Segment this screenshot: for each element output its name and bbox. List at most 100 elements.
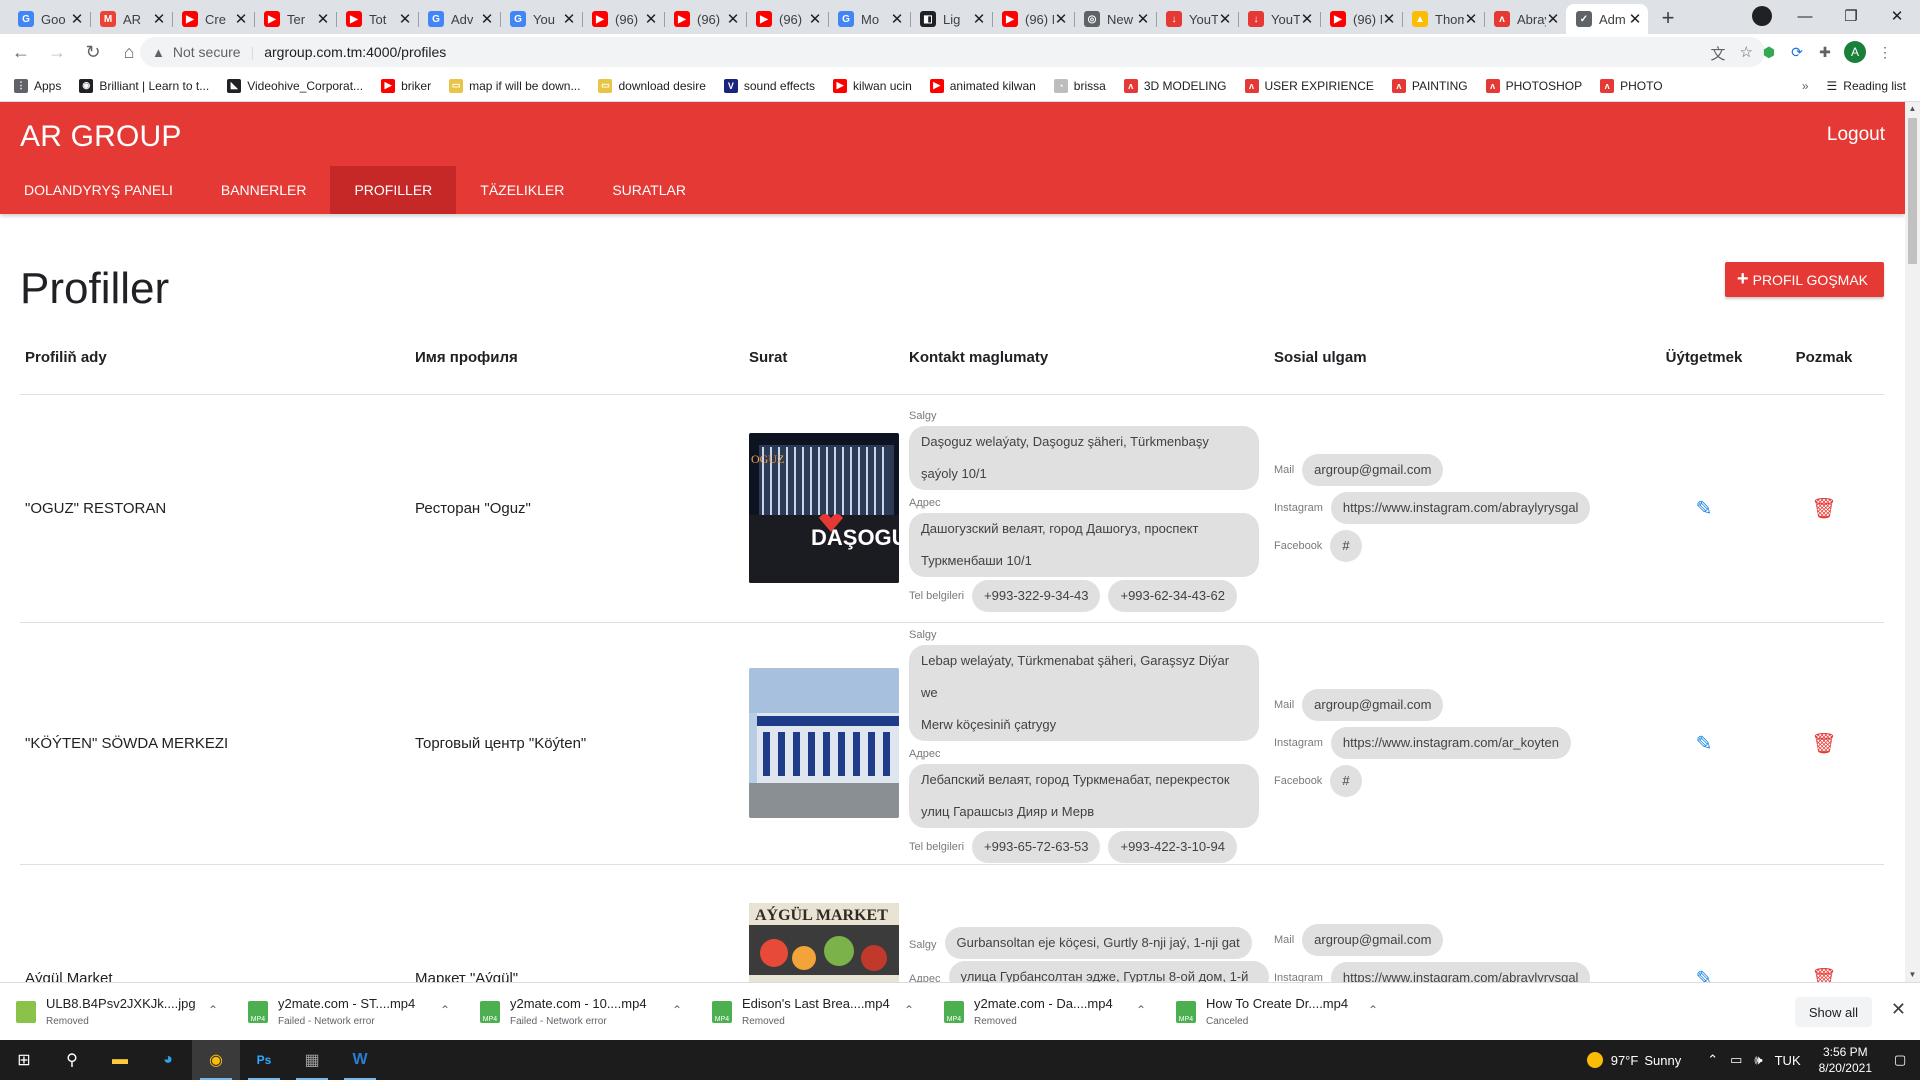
tab-close-icon[interactable]: ✕	[1136, 10, 1150, 28]
taskbar-clock[interactable]: 3:56 PM 8/20/2021	[1819, 1044, 1872, 1076]
warning-icon[interactable]: ▲	[152, 45, 165, 60]
delete-trash-icon[interactable]: 🗑	[1811, 498, 1836, 520]
bookmark-item[interactable]: ◣ Videohive_Corporat...	[227, 78, 363, 93]
mail-chip[interactable]: argroup@gmail.com	[1302, 454, 1444, 486]
tab-close-icon[interactable]: ✕	[398, 10, 412, 28]
download-item[interactable]: ULB8.B4Psv2JXKJk....jpg Removed ⌃	[0, 983, 232, 1041]
facebook-chip[interactable]: #	[1330, 765, 1362, 797]
browser-tab[interactable]: ◎ New Tal✕	[1074, 4, 1156, 34]
browser-tab[interactable]: ↓ YouTub✕	[1238, 4, 1320, 34]
new-tab-button[interactable]: +	[1654, 4, 1682, 32]
bookmark-item[interactable]: ◔ brissa	[1053, 78, 1106, 93]
bookmark-item[interactable]: ʌ USER EXPIRIENCE	[1244, 78, 1374, 93]
tab-close-icon[interactable]: ✕	[1628, 10, 1642, 28]
back-arrow-icon[interactable]: ←	[6, 37, 36, 67]
reading-list-button[interactable]: Reading list	[1843, 79, 1906, 93]
bookmark-item[interactable]: ʌ 3D MODELING	[1123, 78, 1227, 93]
volume-icon[interactable]: 🕪	[1754, 1052, 1762, 1068]
phone-chip[interactable]: +993-422-3-10-94	[1108, 830, 1237, 863]
profile-avatar[interactable]: A	[1844, 41, 1866, 63]
mail-chip[interactable]: argroup@gmail.com	[1302, 924, 1444, 956]
chevron-up-icon[interactable]: ⌃	[904, 1003, 914, 1017]
bookmark-item[interactable]: ▶ kilwan ucin	[833, 78, 912, 93]
close-window-button[interactable]: ✕	[1874, 0, 1920, 32]
tab-close-icon[interactable]: ✕	[234, 10, 248, 28]
tab-close-icon[interactable]: ✕	[152, 10, 166, 28]
reload-icon[interactable]: ↻	[78, 37, 108, 67]
chevron-up-icon[interactable]: ⌃	[440, 1003, 450, 1017]
tab-close-icon[interactable]: ✕	[1382, 10, 1396, 28]
instagram-chip[interactable]: https://www.instagram.com/ar_koyten	[1330, 727, 1571, 759]
bookmark-item[interactable]: ▶ briker	[381, 78, 431, 93]
bookmark-item[interactable]: Vsound effects	[723, 78, 815, 93]
file-explorer-icon[interactable]: ▬	[96, 1040, 144, 1080]
chevron-up-icon[interactable]: ⌃	[1136, 1003, 1146, 1017]
search-icon[interactable]: ⚲	[48, 1040, 96, 1080]
chevron-up-icon[interactable]: ⌃	[208, 1003, 218, 1017]
bookmark-item[interactable]: ʌ PHOTOSHOP	[1485, 78, 1582, 93]
tab-close-icon[interactable]: ✕	[972, 10, 986, 28]
tab-close-icon[interactable]: ✕	[316, 10, 330, 28]
network-icon[interactable]: ▭	[1730, 1052, 1742, 1068]
download-item[interactable]: MP4 How To Create Dr....mp4 Canceled ⌃	[1160, 983, 1392, 1041]
browser-tab[interactable]: M AR ✕	[90, 4, 172, 34]
close-shelf-icon[interactable]: ✕	[1891, 999, 1906, 1020]
browser-tab[interactable]: ◧ Lig ✕	[910, 4, 992, 34]
menu-kebab-icon[interactable]: ⋮	[1876, 43, 1894, 61]
browser-tab[interactable]: ʌ Abraýly✕	[1484, 4, 1566, 34]
forward-arrow-icon[interactable]: →	[42, 37, 72, 67]
bookmark-item[interactable]: ʌ PAINTING	[1391, 78, 1468, 93]
scroll-up-arrow-icon[interactable]: ▲	[1905, 102, 1920, 116]
browser-tab[interactable]: G You ✕	[500, 4, 582, 34]
bookmark-item[interactable]: ▭ download desire	[598, 78, 706, 93]
brand-title[interactable]: AR GROUP	[20, 120, 182, 154]
nav-tab[interactable]: DOLANDYRYŞ PANELI	[0, 166, 197, 214]
bookmark-item[interactable]: ʌ PHOTO	[1600, 78, 1663, 93]
chrome-profile-menu-icon[interactable]	[1752, 6, 1772, 26]
tab-close-icon[interactable]: ✕	[890, 10, 904, 28]
nav-tab[interactable]: TÄZELIKLER	[456, 166, 588, 214]
scrollbar-thumb[interactable]	[1908, 118, 1917, 264]
instagram-chip[interactable]: https://www.instagram.com/abraylyrysgal	[1330, 962, 1591, 982]
profile-photo[interactable]: AÝGÜL MARKET	[749, 903, 899, 982]
input-language[interactable]: TUK	[1775, 1053, 1801, 1068]
bookmark-item[interactable]: ▭ map if will be down...	[449, 78, 580, 93]
show-all-downloads-button[interactable]: Show all	[1794, 997, 1872, 1027]
translate-icon[interactable]: 文	[1711, 43, 1726, 64]
tab-close-icon[interactable]: ✕	[808, 10, 822, 28]
puzzle-extensions-icon[interactable]: ✚	[1816, 43, 1834, 61]
word-icon[interactable]: W	[336, 1040, 384, 1080]
bookmark-star-icon[interactable]: ☆	[1740, 43, 1753, 64]
scroll-down-arrow-icon[interactable]: ▼	[1905, 968, 1920, 982]
download-item[interactable]: MP4 y2mate.com - 10....mp4 Failed - Networ…	[464, 983, 696, 1041]
edit-pencil-icon[interactable]: ✎	[1696, 968, 1713, 983]
instagram-chip[interactable]: https://www.instagram.com/abraylyrysgal	[1330, 492, 1591, 524]
nav-tab[interactable]: BANNERLER	[197, 166, 331, 214]
edit-pencil-icon[interactable]: ✎	[1696, 498, 1713, 520]
phone-chip[interactable]: +993-65-72-63-53	[972, 830, 1101, 863]
edge-icon[interactable]: ◕	[144, 1040, 192, 1080]
profile-photo[interactable]: DAŞOGUZ OGUZ	[749, 433, 899, 583]
tray-chevron-icon[interactable]: ⌃	[1707, 1052, 1718, 1068]
bookmark-item[interactable]: ⋮ Apps	[14, 78, 61, 93]
browser-tab[interactable]: ▶ (96) ✕	[582, 4, 664, 34]
tab-close-icon[interactable]: ✕	[1054, 10, 1068, 28]
browser-tab[interactable]: ▶ (96) Me✕	[1320, 4, 1402, 34]
browser-tab[interactable]: ▶ Ter ✕	[254, 4, 336, 34]
browser-tab[interactable]: G Goo ✕	[8, 4, 90, 34]
weather-widget[interactable]: 97°F Sunny	[1586, 1052, 1681, 1068]
phone-chip[interactable]: +993-322-9-34-43	[972, 579, 1101, 612]
minimize-button[interactable]: —	[1782, 0, 1828, 32]
url-text[interactable]: argroup.com.tm:4000/profiles	[264, 44, 446, 60]
profile-photo[interactable]	[749, 668, 899, 818]
bookmark-item[interactable]: ◉ Brilliant | Learn to t...	[79, 78, 209, 93]
page-scrollbar[interactable]: ▲ ▼	[1905, 102, 1920, 982]
delete-trash-icon[interactable]: 🗑	[1811, 968, 1836, 983]
browser-tab[interactable]: ▶ (96) Mo✕	[992, 4, 1074, 34]
browser-tab[interactable]: ↓ YouTub✕	[1156, 4, 1238, 34]
browser-tab[interactable]: G Mo ✕	[828, 4, 910, 34]
edit-pencil-icon[interactable]: ✎	[1696, 733, 1713, 755]
bookmarks-overflow-button[interactable]: »	[1802, 79, 1809, 93]
maximize-button[interactable]: ❐	[1828, 0, 1874, 32]
browser-tab[interactable]: ▶ Cre ✕	[172, 4, 254, 34]
